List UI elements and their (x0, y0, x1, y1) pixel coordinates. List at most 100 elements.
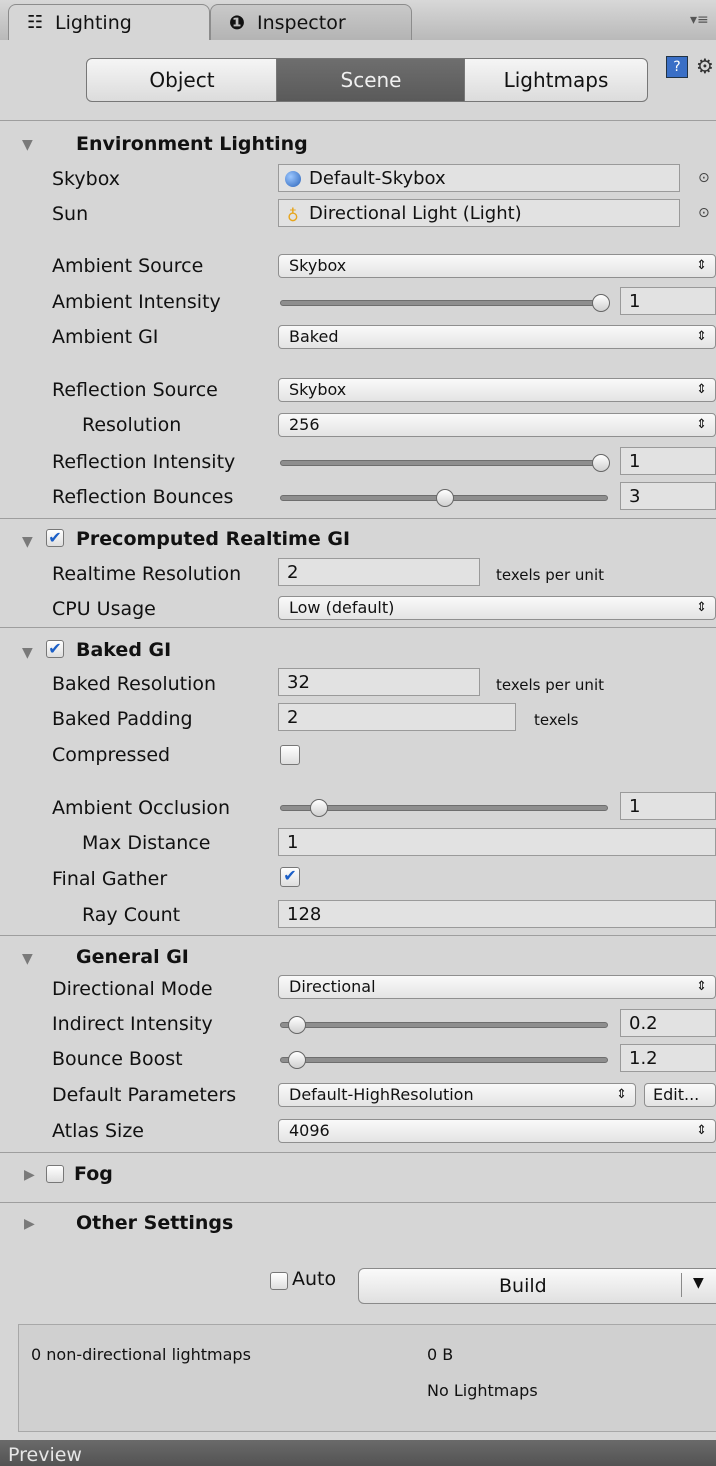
baked-resolution-input[interactable]: 32 (278, 668, 480, 696)
default-parameters-dropdown[interactable]: Default-HighResolution ⇕ (278, 1083, 636, 1107)
tab-lighting-label: Lighting (55, 12, 132, 34)
ambient-source-value: Skybox (289, 256, 347, 275)
skybox-value: Default-Skybox (309, 168, 446, 189)
directional-mode-value: Directional (289, 977, 376, 996)
bounce-boost-slider-track[interactable] (280, 1057, 608, 1063)
reflection-intensity-input[interactable]: 1 (620, 447, 716, 475)
indirect-intensity-slider-track[interactable] (280, 1022, 608, 1028)
gear-icon[interactable]: ⚙ (696, 54, 714, 78)
reflection-source-value: Skybox (289, 380, 347, 399)
fog-checkbox[interactable] (46, 1165, 64, 1183)
divider (0, 1152, 716, 1153)
dropdown-arrow-icon: ⇕ (696, 382, 707, 397)
cpu-usage-label: CPU Usage (52, 598, 156, 620)
section-header-baked-gi[interactable]: Baked GI (76, 639, 171, 661)
auto-checkbox[interactable] (270, 1272, 288, 1290)
build-split-divider (681, 1273, 682, 1297)
ambient-occlusion-label: Ambient Occlusion (52, 797, 231, 819)
help-icon[interactable]: ? (666, 56, 688, 78)
dropdown-arrow-icon: ⇕ (696, 1123, 707, 1138)
dropdown-arrow-icon: ⇕ (696, 979, 707, 994)
dropdown-arrow-icon: ⇕ (696, 329, 707, 344)
object-button[interactable]: Object (86, 58, 278, 102)
reflection-resolution-dropdown[interactable]: 256 ⇕ (278, 413, 716, 437)
tab-inspector-label: Inspector (257, 12, 346, 34)
section-header-other-settings[interactable]: Other Settings (76, 1212, 233, 1234)
bounce-boost-slider-handle[interactable] (288, 1051, 306, 1069)
foldout-arrow-icon[interactable]: ▶ (24, 1167, 35, 1183)
baked-resolution-label: Baked Resolution (52, 673, 217, 695)
lightmaps-size: 0 B (427, 1345, 454, 1364)
final-gather-checkbox[interactable]: ✔ (280, 867, 300, 887)
reflection-resolution-label: Resolution (82, 414, 182, 436)
reflection-resolution-value: 256 (289, 415, 320, 434)
realtime-resolution-unit: texels per unit (496, 566, 604, 584)
indirect-intensity-label: Indirect Intensity (52, 1013, 213, 1035)
scene-button[interactable]: Scene (276, 58, 466, 102)
realtime-gi-checkbox[interactable]: ✔ (46, 529, 64, 547)
baked-gi-checkbox[interactable]: ✔ (46, 640, 64, 658)
ambient-gi-dropdown[interactable]: Baked ⇕ (278, 325, 716, 349)
section-header-fog[interactable]: Fog (74, 1163, 113, 1185)
directional-mode-dropdown[interactable]: Directional ⇕ (278, 975, 716, 999)
skybox-label: Skybox (52, 168, 120, 190)
ambient-occlusion-input[interactable]: 1 (620, 792, 716, 820)
max-distance-input[interactable]: 1 (278, 828, 716, 856)
sun-value: Directional Light (Light) (309, 203, 522, 224)
lightmaps-count: 0 non-directional lightmaps (31, 1345, 251, 1364)
lightmaps-status: No Lightmaps (427, 1381, 538, 1400)
reflection-bounces-label: Reflection Bounces (52, 486, 234, 508)
ambient-intensity-slider-handle[interactable] (592, 294, 610, 312)
foldout-arrow-icon[interactable]: ▼ (22, 951, 33, 967)
indirect-intensity-slider-handle[interactable] (288, 1016, 306, 1034)
directional-mode-label: Directional Mode (52, 978, 213, 1000)
divider (0, 518, 716, 519)
foldout-arrow-icon[interactable]: ▼ (22, 534, 33, 550)
window-tab-bar: ☷ Lighting ❶ Inspector ▾≡ (0, 0, 716, 41)
object-picker-icon[interactable]: ⊙ (698, 205, 710, 221)
foldout-arrow-icon[interactable]: ▼ (22, 137, 33, 153)
ambient-source-dropdown[interactable]: Skybox ⇕ (278, 254, 716, 278)
reflection-intensity-slider-handle[interactable] (592, 454, 610, 472)
ambient-occlusion-slider-handle[interactable] (310, 799, 328, 817)
dropdown-arrow-icon: ⇕ (696, 417, 707, 432)
divider (0, 935, 716, 936)
cpu-usage-dropdown[interactable]: Low (default) ⇕ (278, 596, 716, 620)
reflection-intensity-slider-track[interactable] (280, 460, 608, 466)
lightmaps-info-box: 0 non-directional lightmaps 0 B No Light… (18, 1324, 716, 1432)
ambient-occlusion-slider-track[interactable] (280, 805, 608, 811)
object-picker-icon[interactable]: ⊙ (698, 170, 710, 186)
reflection-bounces-slider-handle[interactable] (436, 489, 454, 507)
baked-padding-unit: texels (534, 711, 579, 729)
baked-padding-input[interactable]: 2 (278, 703, 516, 731)
skybox-field[interactable]: Default-Skybox (278, 164, 680, 192)
section-header-environment[interactable]: Environment Lighting (76, 133, 308, 155)
foldout-arrow-icon[interactable]: ▼ (22, 645, 33, 661)
preview-bar[interactable]: Preview (0, 1440, 716, 1466)
ray-count-input[interactable]: 128 (278, 900, 716, 928)
atlas-size-dropdown[interactable]: 4096 ⇕ (278, 1119, 716, 1143)
ambient-intensity-slider-track[interactable] (280, 300, 608, 306)
build-button[interactable]: Build ▼ (358, 1268, 716, 1304)
divider (0, 1202, 716, 1203)
tab-lighting[interactable]: ☷ Lighting (8, 4, 210, 41)
baked-resolution-unit: texels per unit (496, 676, 604, 694)
bounce-boost-input[interactable]: 1.2 (620, 1044, 716, 1072)
ambient-intensity-input[interactable]: 1 (620, 287, 716, 315)
dropdown-arrow-icon: ⇕ (696, 258, 707, 273)
panel-menu-icon[interactable]: ▾≡ (690, 12, 709, 28)
auto-label: Auto (292, 1268, 337, 1290)
realtime-resolution-input[interactable]: 2 (278, 558, 480, 586)
build-menu-arrow-icon[interactable]: ▼ (693, 1275, 704, 1291)
lightmaps-button[interactable]: Lightmaps (464, 58, 648, 102)
edit-parameters-button[interactable]: Edit... (644, 1083, 716, 1107)
reflection-bounces-input[interactable]: 3 (620, 482, 716, 510)
compressed-checkbox[interactable] (280, 745, 300, 765)
section-header-realtime-gi[interactable]: Precomputed Realtime GI (76, 528, 350, 550)
section-header-general-gi[interactable]: General GI (76, 946, 189, 968)
sun-field[interactable]: ♁ Directional Light (Light) (278, 199, 680, 227)
reflection-source-dropdown[interactable]: Skybox ⇕ (278, 378, 716, 402)
foldout-arrow-icon[interactable]: ▶ (24, 1216, 35, 1232)
indirect-intensity-input[interactable]: 0.2 (620, 1009, 716, 1037)
tab-inspector[interactable]: ❶ Inspector (210, 4, 412, 41)
